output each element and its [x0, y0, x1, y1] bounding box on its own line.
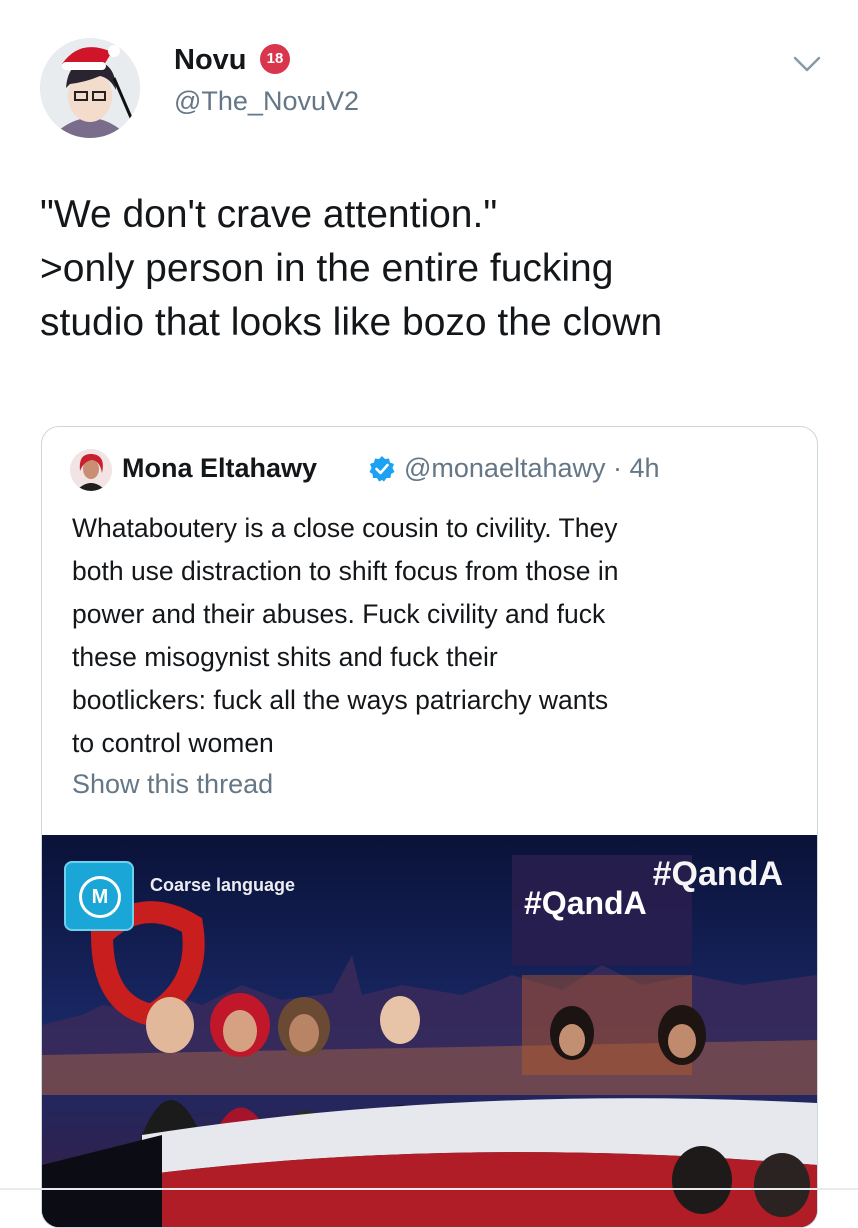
classification-rating-badge: M	[64, 861, 134, 931]
quoted-text-line: both use distraction to shift focus from…	[72, 556, 619, 586]
quoted-text-line: power and their abuses. Fuck civility an…	[72, 599, 606, 629]
hashtag-logo-front: #QandA	[524, 885, 647, 921]
tweet-text: "We don't crave attention." >only person…	[40, 188, 830, 350]
tweet-text-line: "We don't crave attention."	[40, 193, 498, 236]
author-display-name[interactable]: Novu	[174, 44, 247, 77]
author-handle[interactable]: @The_NovuV2	[174, 86, 359, 117]
quoted-tweet-card[interactable]: Mona Eltahawy @monaeltahawy · 4h Whatabo…	[41, 426, 818, 1228]
rating-label: Coarse language	[150, 875, 296, 895]
quoted-text-line: these misogynist shits and fuck their	[72, 642, 498, 672]
chevron-down-icon[interactable]	[790, 52, 824, 76]
quoted-author-display-name[interactable]: Mona Eltahawy	[122, 453, 317, 484]
quoted-text-line: Whataboutery is a close cousin to civili…	[72, 513, 618, 543]
quoted-author-handle-time[interactable]: @monaeltahawy · 4h	[404, 453, 660, 484]
tweet-text-line: >only person in the entire fucking	[40, 247, 614, 290]
author-avatar[interactable]	[40, 38, 140, 138]
divider	[0, 1188, 858, 1190]
quoted-text-line: bootlickers: fuck all the ways patriarch…	[72, 685, 609, 715]
age-restriction-badge-icon: 18	[260, 44, 290, 74]
quoted-author-avatar[interactable]	[70, 449, 112, 491]
avatar-image	[40, 38, 140, 138]
quoted-tweet-media[interactable]: M Coarse language #QandA #QandA	[42, 835, 817, 1227]
tweet-text-line: studio that looks like bozo the clown	[40, 301, 663, 344]
quoted-tweet-text: Whataboutery is a close cousin to civili…	[72, 507, 802, 765]
rating-letter: M	[79, 876, 121, 918]
show-thread-link[interactable]: Show this thread	[72, 769, 273, 800]
quoted-text-line: to control women	[72, 728, 274, 758]
verified-badge-icon	[368, 455, 396, 483]
quoted-avatar-image	[70, 449, 112, 491]
hashtag-logo-back: #QandA	[652, 855, 783, 893]
